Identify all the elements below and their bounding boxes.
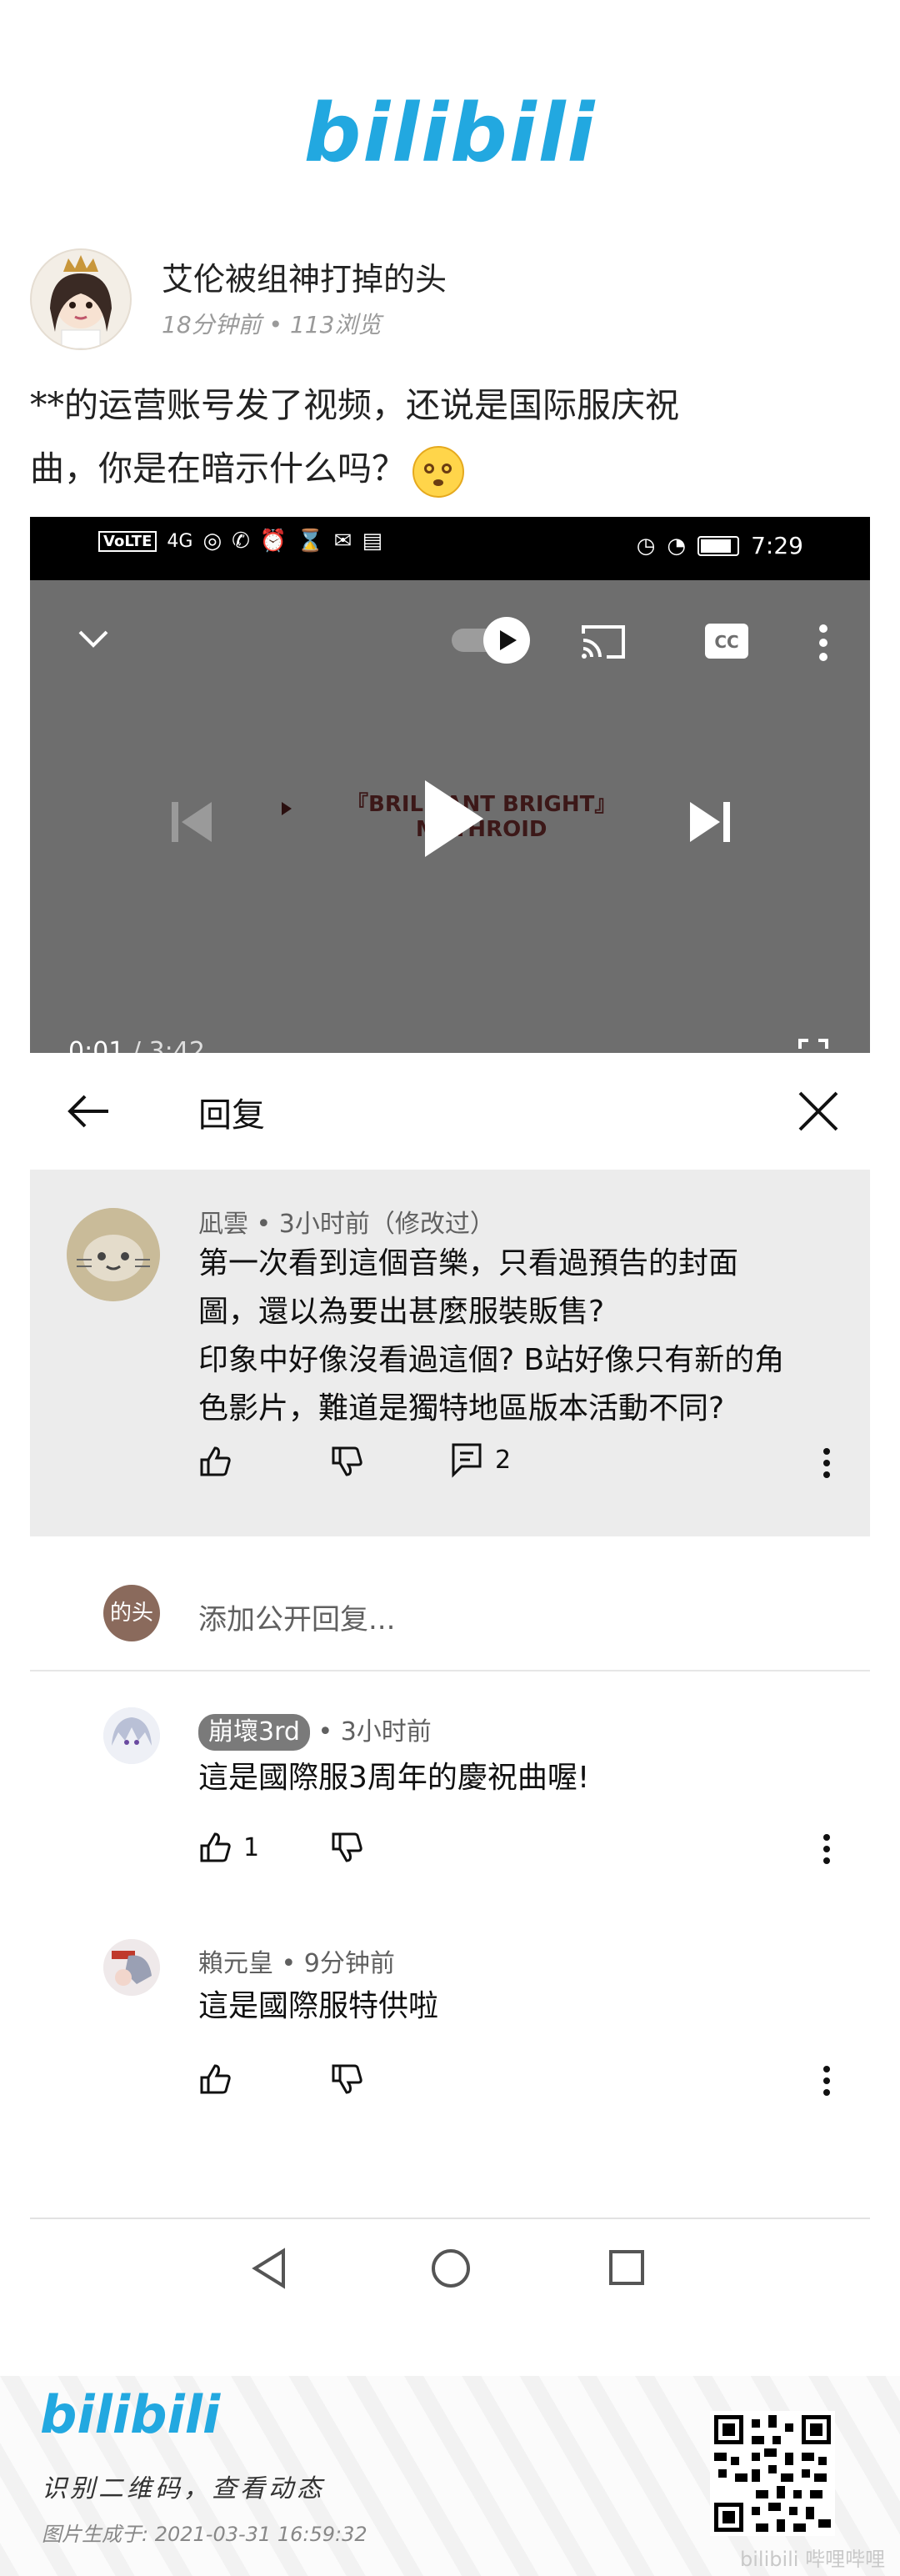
wifi-icon: ◎ [202,529,222,554]
like-button[interactable] [198,1445,232,1478]
video-player[interactable]: CC 『BRILLIANT BRIGHT』 MYTHROID 0:01 / 3:… [30,580,870,1122]
reply-author[interactable]: 賴元皇 [198,1949,273,1978]
nav-recents-icon[interactable] [608,2249,645,2286]
reply-text: 這是國際服3周年的慶祝曲喔! [198,1761,590,1795]
thumbs-up-icon [200,1832,231,1862]
post-author-row: 艾伦被组神打掉的头 18分钟前 • 113浏览 [30,248,872,350]
reply-count: 2 [495,1445,512,1475]
post-text-line1: **的运营账号发了视频，还说是国际服庆祝 [30,385,679,425]
hourglass-icon: ⌛ [297,529,324,554]
notes-icon: ▤ [362,529,383,554]
mail-icon: ✉ [333,529,352,554]
reply-panel-title: 回复 [198,1096,265,1135]
footer-logo: bilibili [40,2384,221,2445]
clock-time: 7:29 [751,532,803,559]
volte-indicator: VoLTE [98,530,158,552]
parent-comment-meta: 凪雲 • 3小时前（修改过） [198,1203,495,1240]
android-nav-bar [30,1901,870,1902]
reply-more-icon[interactable] [822,1832,832,1866]
author-avatar[interactable] [30,248,132,350]
post-meta: 18分钟前 • 113浏览 [162,311,382,338]
commenter-avatar[interactable] [67,1208,160,1301]
parent-author[interactable]: 凪雲 [198,1210,248,1239]
collapse-chevron-icon[interactable] [77,629,110,649]
comment-more-icon[interactable] [822,1446,832,1480]
author-name[interactable]: 艾伦被组神打掉的头 [162,253,447,299]
phone-status-bar: VoLTE 4G ◎ ✆ ⏰ ⌛ ✉ ▤ ◷ ◔ 7:29 [30,517,870,580]
nav-back-icon[interactable] [250,2248,288,2289]
signal-indicator: 4G [167,530,193,552]
embedded-screenshot: VoLTE 4G ◎ ✆ ⏰ ⌛ ✉ ▤ ◷ ◔ 7:29 CC 『BRILLI… [30,517,870,2218]
play-button[interactable] [420,777,487,860]
reply-meta: 賴元皇 • 9分钟前 [198,1942,395,1979]
alarm-icon: ⏰ [259,529,288,554]
replies-button[interactable]: 2 [450,1441,511,1478]
reply-more-icon[interactable] [822,2064,832,2097]
reply-dislike-button[interactable] [330,1831,363,1864]
add-reply-input[interactable]: 添加公开回复... [198,1596,395,1637]
reply-item: 崩壞3rd • 3小时前 這是國際服3周年的慶祝曲喔! 1 [30,1684,870,1884]
parent-comment-text: 第一次看到這個音樂，只看過預告的封面 圖，還以為要出甚麼服裝販售? 印象中好像沒… [198,1240,848,1433]
thumbs-down-icon [332,1446,362,1476]
divider [30,2218,870,2219]
previous-track-icon[interactable] [167,797,217,847]
bilibili-logo: bilibili [0,93,900,173]
parent-line-3: 印象中好像沒看過這個? B站好像只有新的角 [198,1343,785,1377]
thumbs-up-icon [200,2064,231,2094]
speed-icon: ◔ [667,533,687,559]
my-avatar: 的头 [103,1585,160,1641]
reply-meta: 崩壞3rd • 3小时前 [198,1711,432,1751]
reply-avatar[interactable] [103,1939,160,1996]
logo-text: bilibili [303,87,597,180]
reply-like-button[interactable] [198,2062,232,2096]
parent-line-2: 圖，還以為要出甚麼服裝販售? [198,1295,605,1329]
reply-avatar[interactable] [103,1707,160,1764]
parent-time: • 3小时前（修改过） [248,1210,495,1239]
thumbs-down-icon [332,2064,362,2094]
post-text: **的运营账号发了视频，还说是国际服庆祝 曲，你是在暗示什么吗？ [30,373,872,500]
add-reply-row[interactable]: 的头 添加公开回复... [30,1536,870,1671]
reply-item: 賴元皇 • 9分钟前 這是國際服特供啦 [30,1917,870,2117]
dislike-button[interactable] [330,1445,363,1478]
thumbs-up-icon [200,1446,231,1476]
back-arrow-icon[interactable] [65,1091,112,1131]
reply-panel-header: 回复 [30,1053,870,1170]
reply-time: • 9分钟前 [273,1949,395,1978]
autoplay-toggle[interactable] [447,615,538,665]
captions-icon[interactable]: CC [703,622,750,660]
flushed-face-icon [412,445,464,498]
next-track-icon[interactable] [685,797,735,847]
reply-time: • 3小时前 [309,1717,432,1747]
reply-like-count: 1 [243,1832,260,1862]
cast-icon[interactable] [578,622,628,662]
more-options-icon[interactable] [817,622,830,664]
reply-text: 這是國際服特供啦 [198,1989,439,2023]
qr-code[interactable] [710,2411,835,2536]
mini-play-icon [282,802,292,815]
post-text-line2: 曲，你是在暗示什么吗？ [30,449,406,489]
battery-icon [698,535,740,556]
close-icon[interactable] [795,1088,842,1135]
footer-slogan: 识别二维码，查看动态 [42,2474,325,2503]
footer-generated-time: 图片生成于: 2021-03-31 16:59:32 [42,2523,368,2546]
alarm-clock-icon: ◷ [636,533,656,559]
nav-home-icon[interactable] [430,2248,472,2289]
reply-dislike-button[interactable] [330,2062,363,2096]
author-badge[interactable]: 崩壞3rd [198,1714,310,1751]
missed-call-icon: ✆ [232,529,250,554]
share-footer: bilibili 识别二维码，查看动态 图片生成于: 2021-03-31 16… [0,2376,900,2576]
comment-icon [452,1443,482,1478]
thumbs-down-icon [332,1832,362,1862]
parent-comment: 凪雲 • 3小时前（修改过） 第一次看到這個音樂，只看過預告的封面 圖，還以為要… [30,1170,870,1536]
reply-like-button[interactable]: 1 [198,1831,259,1864]
svg-text:CC: CC [714,632,738,652]
footer-watermark: bilibili 哔哩哔哩 [740,2548,886,2571]
parent-line-1: 第一次看到這個音樂，只看過預告的封面 [198,1246,739,1280]
parent-line-4: 色影片，難道是獨特地區版本活動不同? [198,1391,725,1426]
